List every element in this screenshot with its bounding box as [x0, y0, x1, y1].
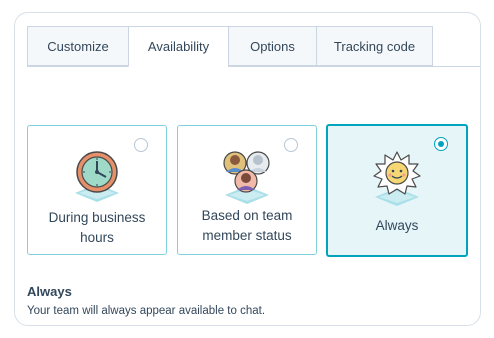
selected-option-description: Your team will always appear available t… — [27, 305, 266, 317]
option-team-member-status[interactable]: Based on team member status — [177, 125, 317, 255]
tab-customize[interactable]: Customize — [27, 26, 128, 66]
option-label: Always — [375, 218, 419, 233]
option-always[interactable]: Always — [326, 124, 468, 257]
radio-selected-dot — [438, 141, 444, 147]
sun-icon — [328, 150, 466, 208]
clock-icon — [28, 148, 166, 206]
tab-availability[interactable]: Availability — [128, 26, 228, 67]
option-business-hours[interactable]: During business hours — [27, 125, 167, 255]
option-label-line1: Based on team — [201, 208, 293, 223]
team-avatars-icon — [178, 146, 316, 206]
selected-option-title: Always — [27, 284, 72, 299]
tab-bar: Customize Availability Options Tracking … — [27, 26, 433, 67]
tab-options[interactable]: Options — [228, 26, 316, 66]
radio-always[interactable] — [434, 137, 448, 151]
tab-bar-divider — [433, 66, 480, 67]
tab-tracking-code[interactable]: Tracking code — [316, 26, 433, 66]
availability-panel: Customize Availability Options Tracking … — [14, 12, 481, 326]
option-label-line2: member status — [202, 228, 292, 243]
option-label-line2: hours — [80, 230, 114, 245]
option-label-line1: During business — [48, 210, 146, 225]
